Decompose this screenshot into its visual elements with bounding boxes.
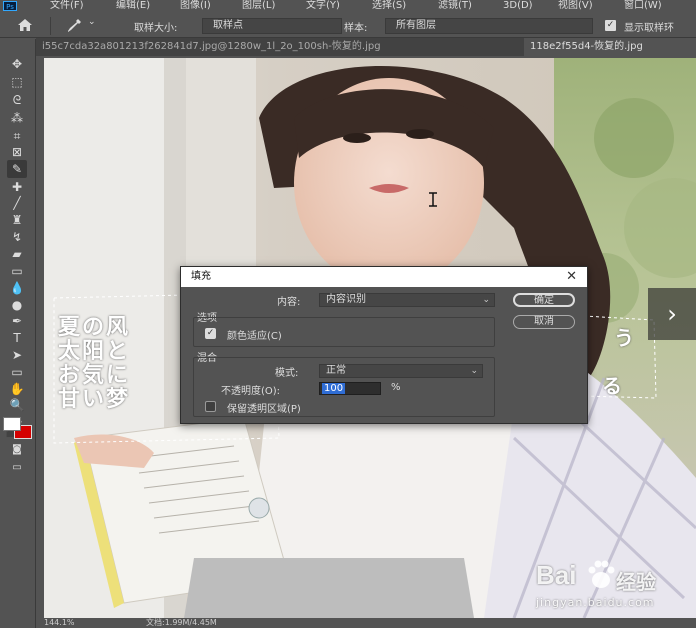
document-tabs: i55c7cda32a801213f262841d7.jpg@1280w_1l_… bbox=[36, 38, 696, 56]
opacity-unit: % bbox=[391, 382, 401, 393]
menu-edit[interactable]: 编辑(E) bbox=[116, 0, 150, 12]
watermark-suffix: 经验 bbox=[616, 570, 656, 594]
zoom-level[interactable]: 144.1% bbox=[44, 618, 75, 628]
path-select-tool-icon[interactable]: ➤ bbox=[7, 346, 27, 364]
blur-tool-icon[interactable]: 💧 bbox=[7, 279, 27, 297]
watermark-url: jingyan.baidu.com bbox=[536, 596, 655, 609]
tool-preset-chevron-icon[interactable]: ⌄ bbox=[88, 17, 96, 27]
tab-document-2[interactable]: 118e2f55d4-恢复的.jpg bbox=[524, 38, 696, 56]
marquee-tool-icon[interactable]: ⬚ bbox=[7, 73, 27, 91]
ok-button[interactable]: 确定 bbox=[513, 293, 575, 307]
rectangle-tool-icon[interactable]: ▭ bbox=[7, 363, 27, 381]
lasso-tool-icon[interactable]: ᘓ bbox=[7, 91, 27, 109]
content-select[interactable]: 内容识别 ⌄ bbox=[319, 293, 495, 307]
close-icon[interactable]: ✕ bbox=[566, 269, 577, 285]
baidu-jingyan-watermark: Bai 经验 jingyan.baidu.com bbox=[536, 558, 686, 614]
menu-file[interactable]: 文件(F) bbox=[50, 0, 84, 12]
menu-image[interactable]: 图像(I) bbox=[180, 0, 211, 12]
overlay-line: 甘い梦 bbox=[58, 387, 131, 412]
cancel-button[interactable]: 取消 bbox=[513, 315, 575, 329]
sample-select[interactable]: 所有图层 bbox=[385, 18, 593, 34]
pen-tool-icon[interactable]: ✒ bbox=[7, 312, 27, 330]
dialog-title: 填充 bbox=[191, 271, 211, 282]
mode-label: 模式: bbox=[275, 368, 299, 379]
color-adaptation-label[interactable]: 颜色适应(C) bbox=[227, 327, 282, 342]
overlay-line: 太阳と bbox=[58, 339, 131, 364]
opacity-input[interactable]: 100 bbox=[319, 382, 381, 395]
show-sampling-ring-checkbox[interactable]: ✓ bbox=[605, 20, 616, 31]
eyedropper-tool-icon[interactable]: ✎ bbox=[7, 160, 27, 178]
overlay-japanese-text-right: う bbox=[614, 326, 634, 350]
history-brush-tool-icon[interactable]: ↯ bbox=[7, 228, 27, 246]
content-label: 内容: bbox=[277, 297, 301, 308]
clone-stamp-tool-icon[interactable]: ♜ bbox=[7, 211, 27, 229]
overlay-line: お気に bbox=[58, 363, 131, 388]
menu-view[interactable]: 视图(V) bbox=[558, 0, 593, 12]
paw-icon bbox=[588, 560, 615, 588]
quick-select-tool-icon[interactable]: ⁂ bbox=[7, 109, 27, 127]
foreground-color-swatch[interactable] bbox=[3, 417, 21, 431]
show-sampling-ring-label: 显示取样环 bbox=[624, 23, 674, 34]
preserve-transparency-checkbox[interactable] bbox=[205, 401, 216, 412]
menu-window[interactable]: 窗口(W) bbox=[624, 0, 662, 12]
menu-layer[interactable]: 图层(L) bbox=[242, 0, 275, 12]
brush-tool-icon[interactable]: ╱ bbox=[7, 194, 27, 212]
gradient-tool-icon[interactable]: ▭ bbox=[7, 262, 27, 280]
document-size: 文档:1.99M/4.45M bbox=[146, 618, 217, 627]
chevron-down-icon: ⌄ bbox=[482, 295, 490, 305]
fill-dialog: 填充 ✕ 内容: 内容识别 ⌄ 确定 取消 选项 ✓ 颜色适应(C) 混合 模式:… bbox=[180, 266, 588, 424]
quick-mask-icon[interactable]: ◙ bbox=[7, 440, 27, 458]
home-icon[interactable] bbox=[18, 19, 32, 31]
overlay-line: 夏の风 bbox=[58, 315, 131, 340]
sample-size-select[interactable]: 取样点 bbox=[202, 18, 342, 34]
menu-filter[interactable]: 滤镜(T) bbox=[438, 0, 472, 12]
zoom-tool-icon[interactable]: 🔍 bbox=[7, 396, 27, 414]
opacity-label: 不透明度(O): bbox=[221, 386, 281, 397]
color-adaptation-checkbox[interactable]: ✓ bbox=[205, 328, 216, 339]
next-image-arrow-icon[interactable]: › bbox=[648, 288, 696, 340]
tools-panel: ✥ ⬚ ᘓ ⁂ ⌗ ⊠ ✎ ✚ ╱ ♜ ↯ ▰ ▭ 💧 ● ✒ T ➤ ▭ ✋ … bbox=[0, 39, 36, 628]
divider bbox=[50, 17, 51, 35]
type-tool-icon[interactable]: T bbox=[7, 329, 27, 347]
menu-bar: Ps 文件(F) 编辑(E) 图像(I) 图层(L) 文字(Y) 选择(S) 滤… bbox=[0, 0, 696, 12]
mode-select[interactable]: 正常 ⌄ bbox=[319, 364, 483, 378]
screen-mode-icon[interactable]: ▭ bbox=[7, 458, 27, 476]
eyedropper-tool-icon[interactable] bbox=[66, 18, 82, 34]
dialog-titlebar[interactable]: 填充 ✕ bbox=[181, 267, 587, 287]
menu-type[interactable]: 文字(Y) bbox=[306, 0, 340, 12]
sample-size-label: 取样大小: bbox=[134, 23, 178, 34]
frame-tool-icon[interactable]: ⊠ bbox=[7, 143, 27, 161]
chevron-down-icon: ⌄ bbox=[470, 366, 478, 376]
menu-3d[interactable]: 3D(D) bbox=[503, 0, 533, 12]
tab-document-1[interactable]: i55c7cda32a801213f262841d7.jpg@1280w_1l_… bbox=[36, 38, 514, 56]
preserve-transparency-label[interactable]: 保留透明区域(P) bbox=[227, 400, 301, 415]
photoshop-logo-icon[interactable]: Ps bbox=[3, 1, 17, 11]
watermark-brand: Bai bbox=[536, 560, 577, 590]
options-bar: ⌄ 取样大小: 取样点 样本: 所有图层 ✓ 显示取样环 bbox=[0, 14, 696, 38]
eraser-tool-icon[interactable]: ▰ bbox=[7, 245, 27, 263]
menu-select[interactable]: 选择(S) bbox=[372, 0, 406, 12]
sample-label: 样本: bbox=[344, 23, 368, 34]
status-bar: 144.1% 文档:1.99M/4.45M bbox=[36, 618, 696, 628]
move-tool-icon[interactable]: ✥ bbox=[7, 55, 27, 73]
overlay-japanese-text-right: る bbox=[602, 374, 622, 398]
overlay-japanese-text: 夏の风 太阳と お気に 甘い梦 bbox=[58, 316, 130, 412]
